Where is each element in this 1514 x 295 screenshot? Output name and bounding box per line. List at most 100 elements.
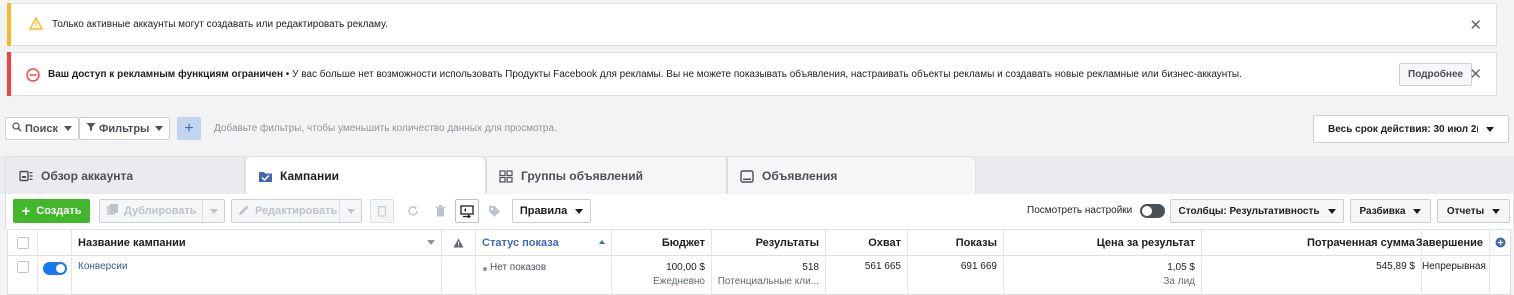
error-alert: Ваш доступ к рекламным функциям ограниче… xyxy=(7,52,1497,96)
header-warnings[interactable] xyxy=(442,230,476,256)
campaign-name-link[interactable]: Конверсии xyxy=(78,261,127,272)
header-delivery-status[interactable]: Статус показа xyxy=(476,230,612,256)
budget-type: Ежедневно xyxy=(652,276,705,287)
header-toggle xyxy=(38,230,72,256)
row-checkbox-cell[interactable] xyxy=(8,257,38,295)
header-select-all[interactable] xyxy=(8,230,38,256)
reach-value: 561 665 xyxy=(864,261,901,272)
plus-circle-icon xyxy=(1495,237,1505,248)
warning-bar xyxy=(7,3,11,46)
chevron-down-icon[interactable] xyxy=(427,240,435,245)
rules-dropdown[interactable]: Правила xyxy=(512,199,591,223)
chevron-down-icon xyxy=(155,126,164,131)
search-dropdown[interactable]: Поиск xyxy=(5,117,80,140)
toggle-knob xyxy=(56,264,65,273)
campaign-on-off-toggle[interactable] xyxy=(43,262,67,275)
create-button[interactable]: + Создать xyxy=(13,199,90,223)
search-icon xyxy=(12,122,22,135)
tab-account-overview[interactable]: Обзор аккаунта xyxy=(5,156,245,194)
results-value: 518 xyxy=(802,262,819,273)
budget-cell[interactable]: 100,00 $ Ежедневно xyxy=(612,257,712,295)
reach-cell: 561 665 xyxy=(826,257,908,295)
close-icon[interactable]: ✕ xyxy=(1469,65,1482,83)
header-campaign-name[interactable]: Название кампании xyxy=(72,230,442,256)
filter-bar: Поиск Фильтры + Добавьте фильтры, чтобы … xyxy=(0,108,1514,150)
checkbox[interactable] xyxy=(16,261,29,273)
delivery-status-cell: Нет показов xyxy=(476,257,612,295)
results-cell: 518 Потенциальные кли... xyxy=(712,257,826,295)
header-cost-per-result[interactable]: Цена за результат xyxy=(1004,230,1202,256)
filter-placeholder[interactable]: Добавьте фильтры, чтобы уменьшить количе… xyxy=(214,123,557,134)
compare-button[interactable] xyxy=(455,199,479,223)
cost-per-result-type: За лид xyxy=(1163,276,1195,287)
campaign-name-cell: Конверсии xyxy=(72,257,442,295)
tab-label: Обзор аккаунта xyxy=(41,168,134,183)
duplicate-button[interactable]: Дублировать xyxy=(99,199,225,223)
header-impressions[interactable]: Показы xyxy=(908,230,1004,256)
header-reach[interactable]: Охват xyxy=(826,230,908,256)
header-label: Результаты xyxy=(755,236,819,249)
cost-per-result-cell: 1,05 $ За лид xyxy=(1004,257,1202,295)
header-ends[interactable]: Завершение xyxy=(1416,230,1490,256)
add-filter-button[interactable]: + xyxy=(177,117,201,140)
create-label: Создать xyxy=(36,205,82,217)
tag-icon[interactable] xyxy=(483,199,505,223)
error-message: Ваш доступ к рекламным функциям ограниче… xyxy=(48,69,1242,80)
checkbox[interactable] xyxy=(16,236,29,249)
tab-ad-sets[interactable]: Группы объявлений xyxy=(486,156,727,194)
tab-label: Объявления xyxy=(762,168,838,183)
refresh-icon[interactable] xyxy=(402,199,424,223)
account-overview-icon xyxy=(19,170,33,182)
plus-icon: + xyxy=(21,202,31,220)
view-settings-toggle[interactable] xyxy=(1140,204,1165,218)
header-budget[interactable]: Бюджет xyxy=(612,230,712,256)
chevron-down-icon[interactable] xyxy=(202,200,224,222)
delete-disabled-icon[interactable] xyxy=(370,199,394,223)
chevron-down-icon[interactable] xyxy=(339,200,361,222)
warning-cell xyxy=(442,257,476,295)
cost-per-result-value: 1,05 $ xyxy=(1167,262,1195,273)
breakdown-dropdown[interactable]: Разбивка xyxy=(1350,199,1431,223)
header-label: Название кампании xyxy=(78,236,186,249)
campaigns-icon xyxy=(258,170,272,182)
filters-dropdown[interactable]: Фильтры xyxy=(79,117,171,140)
chevron-down-icon xyxy=(575,208,584,214)
columns-dropdown[interactable]: Столбцы: Результативность xyxy=(1170,199,1344,223)
header-label: Охват xyxy=(868,236,901,249)
warning-icon xyxy=(28,16,44,33)
reports-label: Отчеты xyxy=(1446,205,1485,217)
add-column-button[interactable] xyxy=(1490,230,1510,256)
toolbar: + Создать Дублировать Редактировать Прави… xyxy=(5,194,1514,229)
search-label: Поиск xyxy=(25,122,59,135)
header-label: Показы xyxy=(955,236,997,249)
impressions-value: 691 669 xyxy=(960,261,997,272)
chevron-down-icon xyxy=(1486,126,1494,132)
grid-icon xyxy=(499,169,513,183)
plus-icon: + xyxy=(184,119,194,137)
impressions-cell: 691 669 xyxy=(908,257,1004,295)
warning-text: Только активные аккаунты могут создавать… xyxy=(52,19,388,30)
tab-ads[interactable]: Объявления xyxy=(727,156,976,194)
reports-dropdown[interactable]: Отчеты xyxy=(1437,199,1510,223)
date-range-dropdown[interactable]: Весь срок действия: 30 июл 2( xyxy=(1313,115,1509,143)
error-bar xyxy=(7,52,11,96)
header-label: Статус показа xyxy=(482,236,559,249)
compare-icon xyxy=(460,204,474,218)
columns-label: Столбцы: Результативность xyxy=(1178,205,1320,217)
pencil-icon xyxy=(238,204,250,219)
results-type: Потенциальные кли... xyxy=(717,276,819,287)
header-results[interactable]: Результаты xyxy=(712,230,826,256)
tab-campaigns[interactable]: Кампании xyxy=(245,156,486,195)
trash-icon[interactable] xyxy=(429,199,451,223)
header-amount-spent[interactable]: Потраченная сумма xyxy=(1202,230,1422,256)
amount-spent-value: 545,89 $ xyxy=(1376,261,1415,272)
ad-icon xyxy=(740,169,754,183)
close-icon[interactable]: ✕ xyxy=(1469,16,1482,34)
budget-value: 100,00 $ xyxy=(666,262,705,273)
header-label: Цена за результат xyxy=(1096,236,1195,249)
header-label: Бюджет xyxy=(661,236,705,249)
status-dot-icon xyxy=(483,267,487,271)
edit-button[interactable]: Редактировать xyxy=(231,199,362,223)
error-text: • У вас больше нет возможности использов… xyxy=(283,69,1242,80)
more-button[interactable]: Подробнее xyxy=(1399,63,1473,86)
